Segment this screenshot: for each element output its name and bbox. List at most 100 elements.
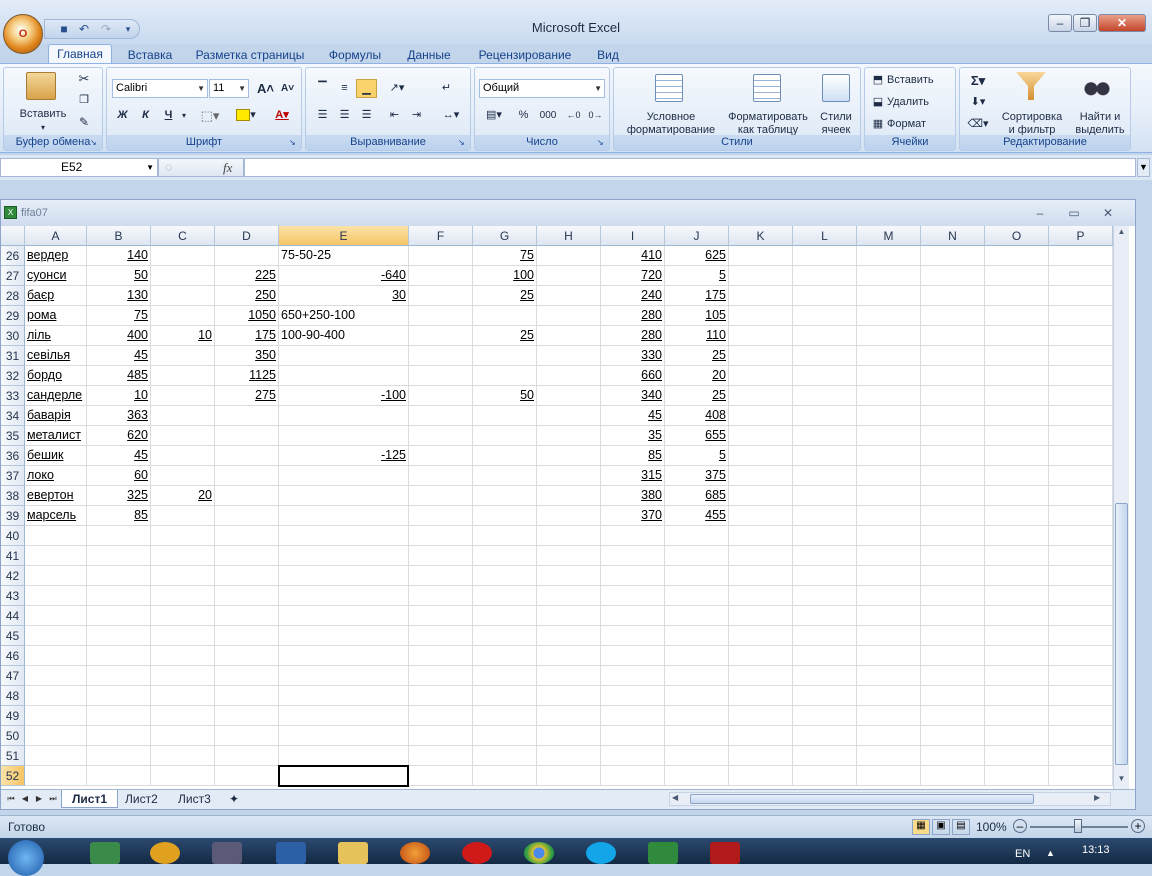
- cell-b33[interactable]: 10: [87, 386, 151, 406]
- cell-e35[interactable]: [279, 426, 409, 446]
- cell-p33[interactable]: [1049, 386, 1113, 406]
- cell-b45[interactable]: [87, 626, 151, 646]
- page-break-view-icon[interactable]: ▤: [952, 819, 970, 835]
- tab-data[interactable]: Данные: [398, 46, 460, 64]
- cell-l32[interactable]: [793, 366, 857, 386]
- cell-h30[interactable]: [537, 326, 601, 346]
- cell-d42[interactable]: [215, 566, 279, 586]
- cell-d50[interactable]: [215, 726, 279, 746]
- cell-f32[interactable]: [409, 366, 473, 386]
- column-header-i[interactable]: I: [601, 226, 665, 246]
- row-header-46[interactable]: 46: [1, 646, 25, 666]
- cell-k37[interactable]: [729, 466, 793, 486]
- cell-m33[interactable]: [857, 386, 921, 406]
- cell-c50[interactable]: [151, 726, 215, 746]
- cell-a28[interactable]: баєр: [25, 286, 87, 306]
- cell-j26[interactable]: 625: [665, 246, 729, 266]
- cell-g42[interactable]: [473, 566, 537, 586]
- minimize-button[interactable]: –: [1048, 14, 1072, 32]
- cell-i52[interactable]: [601, 766, 665, 786]
- cell-i49[interactable]: [601, 706, 665, 726]
- cell-h35[interactable]: [537, 426, 601, 446]
- cell-o36[interactable]: [985, 446, 1049, 466]
- clipboard-launcher-icon[interactable]: ↘: [90, 138, 100, 148]
- cell-p51[interactable]: [1049, 746, 1113, 766]
- cell-k27[interactable]: [729, 266, 793, 286]
- tab-formulas[interactable]: Формулы: [320, 46, 390, 64]
- cell-c51[interactable]: [151, 746, 215, 766]
- conditional-formatting-label1[interactable]: Условное: [616, 111, 726, 124]
- cell-e36[interactable]: -125: [279, 446, 409, 466]
- insert-cells-button[interactable]: Вставить: [887, 74, 947, 87]
- cell-a42[interactable]: [25, 566, 87, 586]
- taskbar-firefox-icon[interactable]: [400, 842, 430, 864]
- sheet-tab-2[interactable]: Лист2: [115, 790, 168, 808]
- zoom-slider-thumb[interactable]: [1074, 819, 1082, 833]
- cell-n41[interactable]: [921, 546, 985, 566]
- cell-g41[interactable]: [473, 546, 537, 566]
- row-header-48[interactable]: 48: [1, 686, 25, 706]
- vertical-scroll-thumb[interactable]: [1115, 503, 1128, 765]
- cell-k46[interactable]: [729, 646, 793, 666]
- cell-m35[interactable]: [857, 426, 921, 446]
- cell-j32[interactable]: 20: [665, 366, 729, 386]
- cell-j48[interactable]: [665, 686, 729, 706]
- cell-b35[interactable]: 620: [87, 426, 151, 446]
- row-header-39[interactable]: 39: [1, 506, 25, 526]
- cell-h33[interactable]: [537, 386, 601, 406]
- cell-e41[interactable]: [279, 546, 409, 566]
- row-header-37[interactable]: 37: [1, 466, 25, 486]
- underline-dropdown-icon[interactable]: ▾: [179, 106, 189, 125]
- first-sheet-icon[interactable]: ⏮: [5, 793, 17, 805]
- cell-k29[interactable]: [729, 306, 793, 326]
- cell-g49[interactable]: [473, 706, 537, 726]
- cell-m42[interactable]: [857, 566, 921, 586]
- cell-o31[interactable]: [985, 346, 1049, 366]
- cell-a32[interactable]: бордо: [25, 366, 87, 386]
- taskbar-yandex-icon[interactable]: [462, 842, 492, 864]
- cell-n50[interactable]: [921, 726, 985, 746]
- autosum-icon[interactable]: Σ▾: [966, 74, 990, 87]
- cell-a40[interactable]: [25, 526, 87, 546]
- cell-g52[interactable]: [473, 766, 537, 786]
- cell-e31[interactable]: [279, 346, 409, 366]
- cell-f26[interactable]: [409, 246, 473, 266]
- cell-a29[interactable]: рома: [25, 306, 87, 326]
- cell-j45[interactable]: [665, 626, 729, 646]
- cell-n39[interactable]: [921, 506, 985, 526]
- cell-a47[interactable]: [25, 666, 87, 686]
- cell-n26[interactable]: [921, 246, 985, 266]
- cell-p32[interactable]: [1049, 366, 1113, 386]
- taskbar-folder-icon[interactable]: [338, 842, 368, 864]
- row-header-32[interactable]: 32: [1, 366, 25, 386]
- cell-b26[interactable]: 140: [87, 246, 151, 266]
- cell-i51[interactable]: [601, 746, 665, 766]
- cell-k36[interactable]: [729, 446, 793, 466]
- cell-m28[interactable]: [857, 286, 921, 306]
- cell-d31[interactable]: 350: [215, 346, 279, 366]
- cell-o47[interactable]: [985, 666, 1049, 686]
- page-layout-view-icon[interactable]: ▣: [932, 819, 950, 835]
- scroll-up-icon[interactable]: ▲: [1115, 227, 1128, 239]
- align-middle-icon[interactable]: ≡: [334, 79, 355, 98]
- cell-l39[interactable]: [793, 506, 857, 526]
- orientation-icon[interactable]: ↗▾: [382, 79, 412, 98]
- row-header-43[interactable]: 43: [1, 586, 25, 606]
- cell-n48[interactable]: [921, 686, 985, 706]
- cell-l41[interactable]: [793, 546, 857, 566]
- tab-page-layout[interactable]: Разметка страницы: [190, 46, 310, 64]
- align-right-icon[interactable]: ☰: [356, 106, 377, 125]
- cell-l37[interactable]: [793, 466, 857, 486]
- cell-m45[interactable]: [857, 626, 921, 646]
- row-header-40[interactable]: 40: [1, 526, 25, 546]
- scroll-down-icon[interactable]: ▼: [1115, 774, 1128, 786]
- spreadsheet-grid[interactable]: A B C D E F G H I J K L M N O P 26 вердер 140 75-50-25 75 410…: [1, 226, 1113, 789]
- row-header-29[interactable]: 29: [1, 306, 25, 326]
- cell-b43[interactable]: [87, 586, 151, 606]
- cell-p29[interactable]: [1049, 306, 1113, 326]
- cell-m26[interactable]: [857, 246, 921, 266]
- cell-h42[interactable]: [537, 566, 601, 586]
- cell-k31[interactable]: [729, 346, 793, 366]
- decrease-indent-icon[interactable]: ⇤: [384, 106, 405, 125]
- bold-button[interactable]: Ж: [112, 106, 133, 125]
